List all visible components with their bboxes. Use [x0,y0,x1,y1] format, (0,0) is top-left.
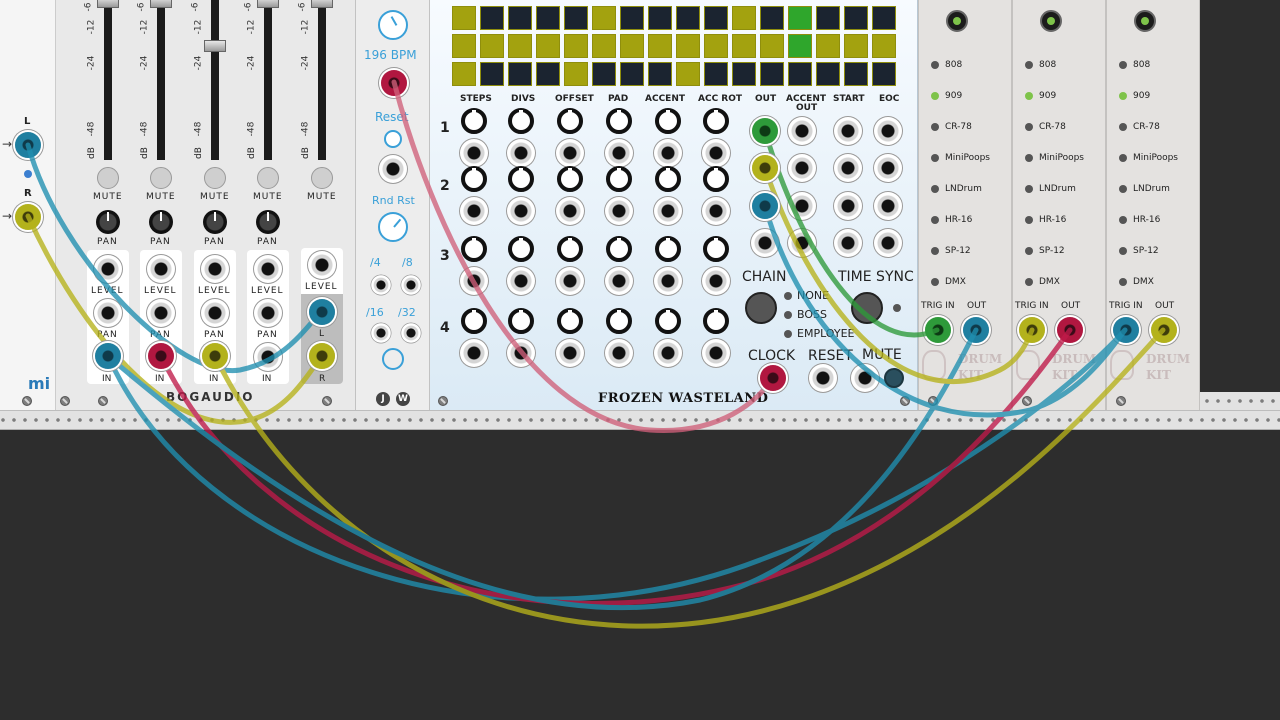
patch-cables [25,79,1166,629]
cable-yellow-mi-right-to-mixer-out[interactable] [25,213,325,425]
cable-blue-mixer-in1-to-drumkit3[interactable] [105,327,1128,602]
plug-seq-out2-yellow[interactable] [752,155,778,181]
cable-red-mixer-in2-to-drumkit2[interactable] [158,327,1073,606]
plug-mixer-in2-red[interactable] [148,343,174,369]
plug-seq-mute-blue[interactable] [884,368,904,388]
cable-blue-mi-left-to-mixer-out[interactable] [25,142,325,374]
plug-mixer-out-r-yellow[interactable] [309,343,335,369]
cable-pink-clock-to-sequencer[interactable] [391,79,775,433]
plug-seq-clock-red[interactable] [760,365,786,391]
plug-seq-out1-green[interactable] [752,118,778,144]
plug-seq-out3-blue[interactable] [752,193,778,219]
cable-yellow-seq-out2-to-drumkit2-trig[interactable] [762,165,1035,384]
plug-mixer-out-l-blue[interactable] [309,299,335,325]
plug-mixer-in1-blue[interactable] [95,343,121,369]
plug-mixer-in3-yellow[interactable] [202,343,228,369]
